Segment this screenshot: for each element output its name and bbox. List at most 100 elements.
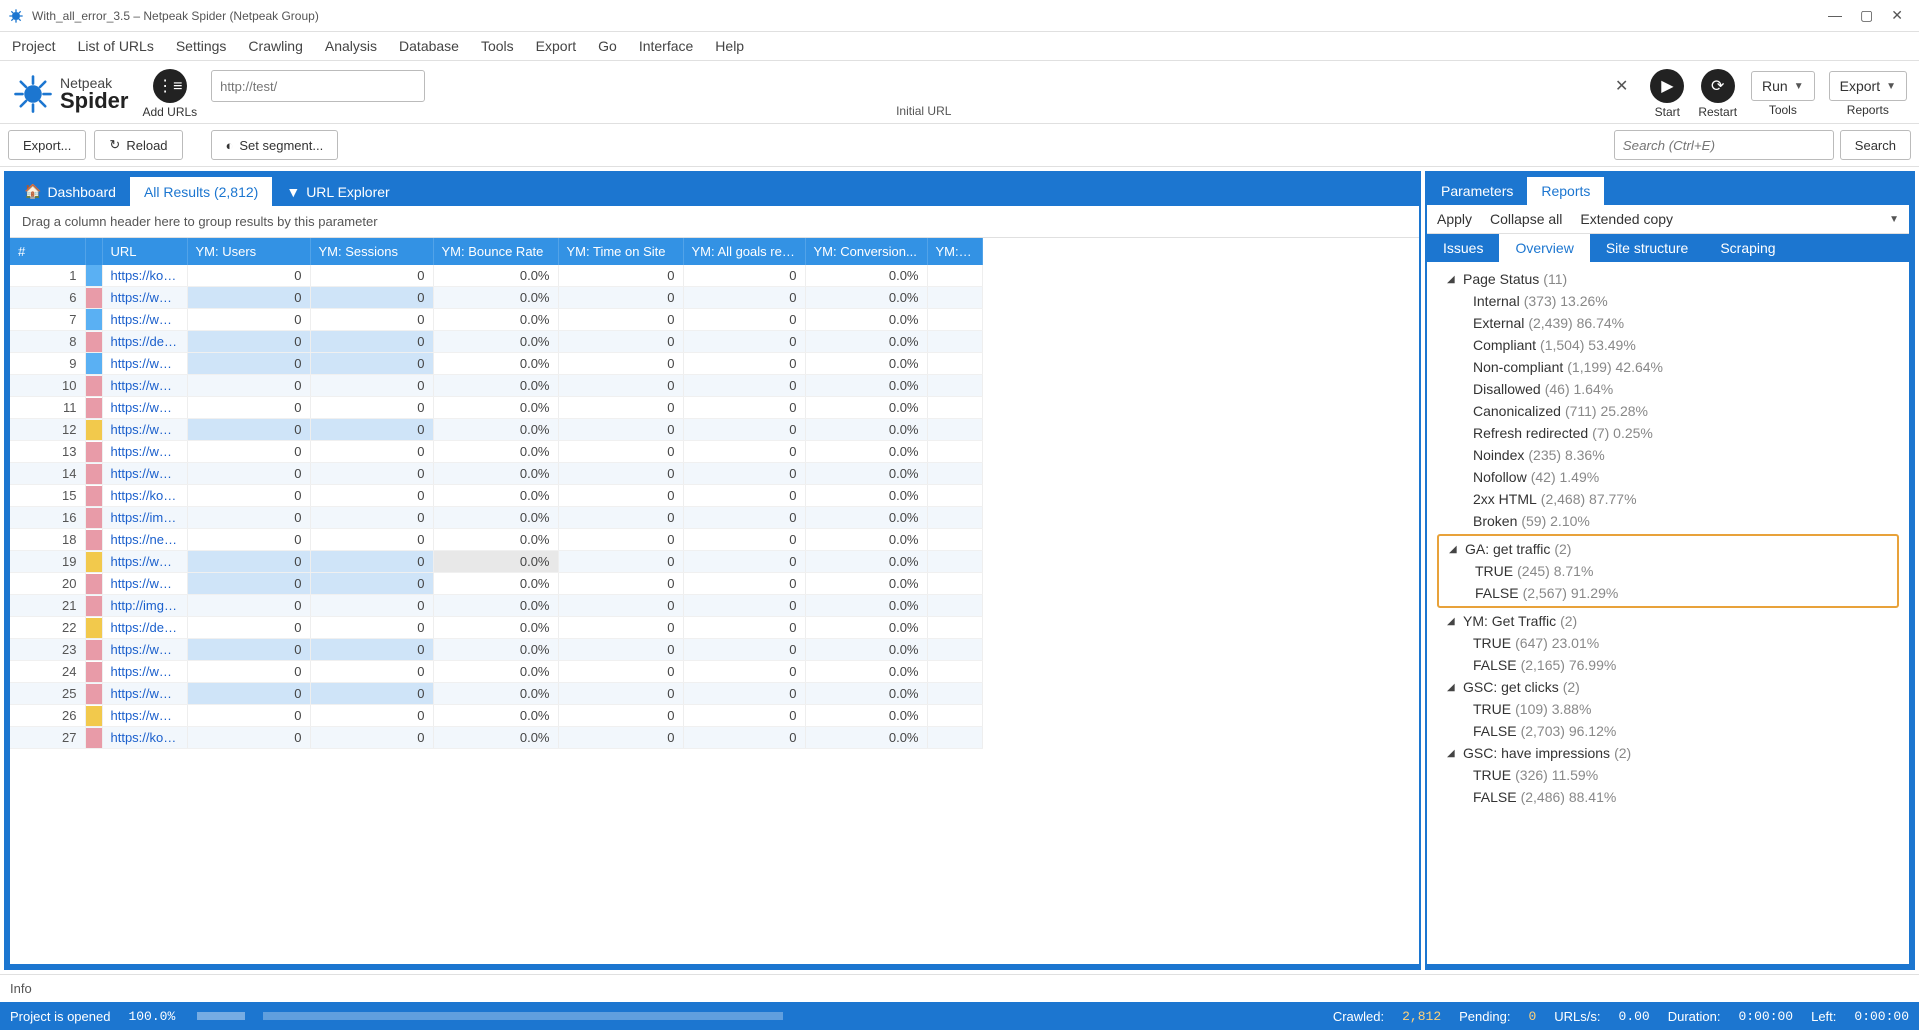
collapse-all-button[interactable]: Collapse all [1490,211,1562,227]
menu-item-project[interactable]: Project [12,38,56,54]
url-cell[interactable]: https://deve... [102,617,187,639]
tree-item[interactable]: TRUE (647) 23.01% [1437,632,1899,654]
run-dropdown[interactable]: Run▼ [1751,71,1815,101]
tree-item[interactable]: FALSE (2,486) 88.41% [1437,786,1899,808]
column-header[interactable]: YM: All goals rea... [683,238,805,265]
url-cell[interactable]: https://www.... [102,419,187,441]
url-cell[interactable]: https://www.... [102,353,187,375]
url-cell[interactable]: https://netp... [102,529,187,551]
tree-item[interactable]: FALSE (2,703) 96.12% [1437,720,1899,742]
tree-item[interactable]: Broken (59) 2.10% [1437,510,1899,532]
menu-item-database[interactable]: Database [399,38,459,54]
tree-item[interactable]: Refresh redirected (7) 0.25% [1437,422,1899,444]
column-header[interactable]: YM: Time on Site [558,238,683,265]
results-grid[interactable]: #URLYM: UsersYM: SessionsYM: Bounce Rate… [10,238,1419,964]
table-row[interactable]: 25https://www....000.0%000.0% [10,683,982,705]
table-row[interactable]: 20https://www....000.0%000.0% [10,573,982,595]
tree-item[interactable]: Compliant (1,504) 53.49% [1437,334,1899,356]
table-row[interactable]: 27https://korr...000.0%000.0% [10,727,982,749]
tree-item[interactable]: ◢Page Status (11) [1437,268,1899,290]
column-header[interactable]: YM: Bounce Rate [433,238,558,265]
url-cell[interactable]: https://www.... [102,639,187,661]
url-cell[interactable]: https://www.... [102,309,187,331]
apply-button[interactable]: Apply [1437,211,1472,227]
url-cell[interactable]: https://www.... [102,375,187,397]
add-urls-button[interactable]: ⋮≡ [153,69,187,103]
tree-item[interactable]: 2xx HTML (2,468) 87.77% [1437,488,1899,510]
clear-url-icon[interactable]: ✕ [1615,76,1628,96]
start-button[interactable]: ▶ [1650,69,1684,103]
table-row[interactable]: 16https://imag...000.0%000.0% [10,507,982,529]
overview-tree[interactable]: ◢Page Status (11)Internal (373) 13.26%Ex… [1427,262,1909,964]
url-cell[interactable]: https://www.... [102,661,187,683]
column-header[interactable]: # [10,238,85,265]
table-row[interactable]: 12https://www....000.0%000.0% [10,419,982,441]
tree-item[interactable]: Internal (373) 13.26% [1437,290,1899,312]
table-row[interactable]: 8https://deve...000.0%000.0% [10,331,982,353]
tree-item[interactable]: ◢GSC: have impressions (2) [1437,742,1899,764]
table-row[interactable]: 15https://kor.il...000.0%000.0% [10,485,982,507]
menu-item-crawling[interactable]: Crawling [248,38,302,54]
tab-site-structure[interactable]: Site structure [1590,234,1704,262]
column-header[interactable]: YM: Users [187,238,310,265]
menu-item-export[interactable]: Export [536,38,576,54]
url-cell[interactable]: https://korr... [102,265,187,287]
table-row[interactable]: 6https://www....000.0%000.0% [10,287,982,309]
minimize-button[interactable]: — [1828,7,1842,24]
maximize-button[interactable]: ▢ [1860,7,1873,24]
tree-item[interactable]: Nofollow (42) 1.49% [1437,466,1899,488]
tab-parameters[interactable]: Parameters [1427,177,1527,205]
table-row[interactable]: 14https://www....000.0%000.0% [10,463,982,485]
url-cell[interactable]: https://www.... [102,551,187,573]
url-cell[interactable]: https://www.... [102,573,187,595]
caret-down-icon[interactable]: ▼ [1889,214,1899,225]
url-cell[interactable]: https://deve... [102,331,187,353]
tree-item[interactable]: Noindex (235) 8.36% [1437,444,1899,466]
table-row[interactable]: 9https://www....000.0%000.0% [10,353,982,375]
table-row[interactable]: 24https://www....000.0%000.0% [10,661,982,683]
tree-item[interactable]: External (2,439) 86.74% [1437,312,1899,334]
table-row[interactable]: 7https://www....000.0%000.0% [10,309,982,331]
reload-button[interactable]: ↻Reload [94,130,182,160]
table-row[interactable]: 19https://www....000.0%000.0% [10,551,982,573]
menu-item-analysis[interactable]: Analysis [325,38,377,54]
table-row[interactable]: 1https://korr...000.0%000.0% [10,265,982,287]
tree-item[interactable]: TRUE (109) 3.88% [1437,698,1899,720]
url-cell[interactable]: https://www.... [102,441,187,463]
tab-dashboard[interactable]: 🏠Dashboard [10,177,130,206]
url-cell[interactable]: https://kor.il... [102,485,187,507]
tree-item[interactable]: ◢GA: get traffic (2) [1439,538,1897,560]
tree-item[interactable]: FALSE (2,567) 91.29% [1439,582,1897,604]
search-input[interactable] [1614,130,1834,160]
tree-item[interactable]: Disallowed (46) 1.64% [1437,378,1899,400]
column-header[interactable] [85,238,102,265]
table-row[interactable]: 22https://deve...000.0%000.0% [10,617,982,639]
tree-item[interactable]: Canonicalized (711) 25.28% [1437,400,1899,422]
url-cell[interactable]: https://imag... [102,507,187,529]
tree-item[interactable]: TRUE (245) 8.71% [1439,560,1897,582]
group-hint[interactable]: Drag a column header here to group resul… [10,206,1419,238]
menu-item-help[interactable]: Help [715,38,744,54]
restart-button[interactable]: ⟳ [1701,69,1735,103]
table-row[interactable]: 26https://www....000.0%000.0% [10,705,982,727]
tab-scraping[interactable]: Scraping [1704,234,1791,262]
menu-item-settings[interactable]: Settings [176,38,227,54]
export-dropdown[interactable]: Export▼ [1829,71,1907,101]
tab-reports[interactable]: Reports [1527,177,1604,205]
url-cell[interactable]: https://www.... [102,683,187,705]
url-cell[interactable]: http://img.y... [102,595,187,617]
column-header[interactable]: YM: Sessions [310,238,433,265]
menu-item-go[interactable]: Go [598,38,617,54]
tree-item[interactable]: TRUE (326) 11.59% [1437,764,1899,786]
column-header[interactable]: YM: Conversion... [805,238,927,265]
url-cell[interactable]: https://www.... [102,705,187,727]
menu-item-list-of-urls[interactable]: List of URLs [78,38,154,54]
initial-url-input[interactable] [211,70,425,102]
extended-copy-button[interactable]: Extended copy [1580,211,1673,227]
table-row[interactable]: 13https://www....000.0%000.0% [10,441,982,463]
table-row[interactable]: 23https://www....000.0%000.0% [10,639,982,661]
tree-item[interactable]: Non-compliant (1,199) 42.64% [1437,356,1899,378]
table-row[interactable]: 11https://www....000.0%000.0% [10,397,982,419]
tab-all-results[interactable]: All Results (2,812) [130,177,272,206]
column-header[interactable]: YM: Nur [927,238,982,265]
